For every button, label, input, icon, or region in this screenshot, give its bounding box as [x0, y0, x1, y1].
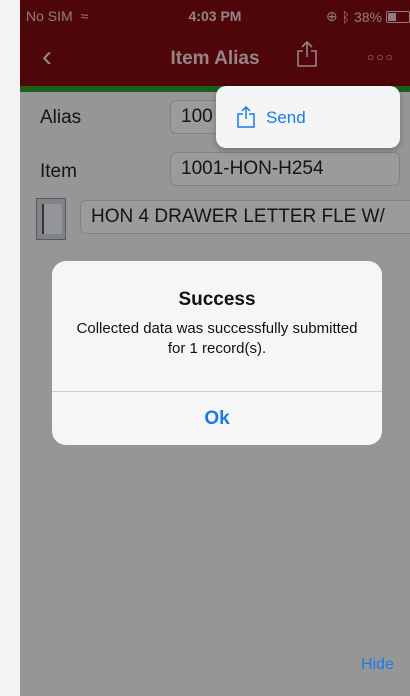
share-icon [237, 106, 255, 128]
phone-screen: No SIM ≈ 4:03 PM ⊕ ᛒ 38% ‹ Item Alias ○○… [20, 0, 410, 696]
alert-title: Success [178, 289, 256, 310]
hide-keyboard-button[interactable]: Hide [361, 656, 394, 674]
send-menu-item[interactable]: Send [266, 108, 306, 128]
alert-message: Collected data was successfully submitte… [76, 320, 358, 357]
share-popover: Send [216, 86, 400, 148]
success-alert: Success Collected data was successfully … [52, 261, 382, 445]
ok-button[interactable]: Ok [52, 392, 382, 445]
